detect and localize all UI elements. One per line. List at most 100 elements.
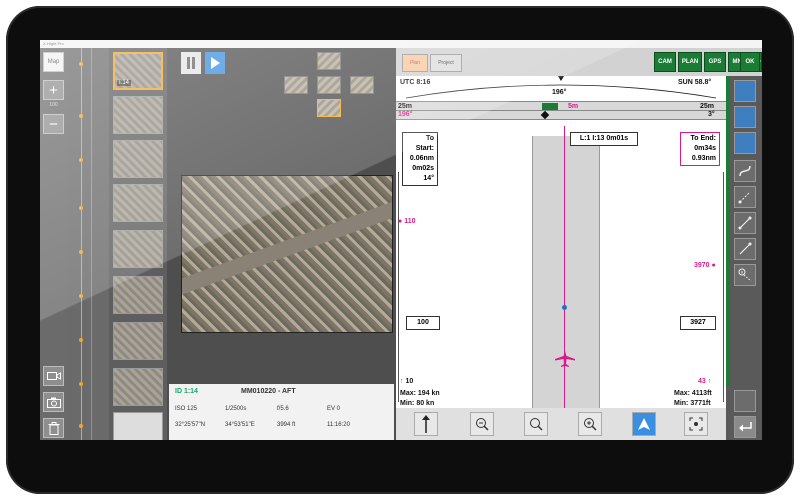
thumbnail[interactable] [113,184,163,222]
gps-button[interactable]: GPS [704,52,726,72]
zoom-in-button[interactable]: + [43,80,64,100]
track-point[interactable] [79,250,83,254]
speed-tape [398,172,399,402]
view-mode-button[interactable] [734,132,756,154]
settings-button[interactable] [734,390,756,412]
flight-hud: UTC 8:16 SUN 58.8° 196° 25m 5m 25m 196° … [396,76,726,440]
video-camera-icon[interactable] [43,366,64,386]
image-info-box: ID 1:14 MM010220 - AFT ISO 125 1/2500s f… [169,384,394,440]
range-scale-bar: 25m 5m 25m [396,101,726,111]
return-arrow-icon[interactable] [734,416,756,438]
measure-line-icon[interactable] [734,238,756,260]
altitude-low: 43 ↑ [698,378,712,385]
speed-target: ● 110 [398,218,416,225]
aircraft-icon [555,351,575,367]
track-point[interactable] [79,294,83,298]
aerial-photo[interactable] [181,175,393,333]
plan-button[interactable]: PLAN [678,52,702,72]
heading-scale-bar: 196° 3° [396,110,726,120]
thumbnail-selected[interactable]: I:14 [113,52,163,90]
speed-max: Max: 194 kn [400,390,440,397]
tab-project[interactable]: Project [430,54,462,72]
waypoint-dot [562,305,567,310]
to-start-box: To Start: 0.06nm 0m02s 14° [402,132,438,186]
flight-path-line [564,126,565,440]
ok-button[interactable]: OK [740,52,760,72]
cam-button[interactable]: CAM [654,52,676,72]
mini-thumbnail-selected[interactable] [317,99,341,117]
image-name: MM010220 - AFT [241,388,296,395]
zoom-out-button[interactable]: − [43,114,64,134]
zoom-in-icon[interactable] [578,412,602,436]
thumbnail[interactable] [113,96,163,134]
map-mode-button[interactable] [734,106,756,128]
altitude-max: Max: 4113ft [674,390,712,397]
status-stripe [726,76,730,386]
thumbnail[interactable] [113,140,163,178]
tab-plan[interactable]: Plan [402,54,428,72]
thumbnail[interactable] [113,412,163,440]
left-toolbar: Map + 100 − [40,48,67,440]
thumbnail[interactable] [113,230,163,268]
speed-low: ↑ 10 [400,378,414,385]
track-point[interactable] [79,206,83,210]
image-viewer-panel: ID 1:14 MM010220 - AFT ISO 125 1/2500s f… [167,48,396,440]
shutter-value: 1/2500s [225,406,247,412]
right-toolbar [726,76,762,440]
north-arrow-button[interactable] [414,412,438,436]
ev-value: EV 0 [327,406,341,412]
track-point[interactable] [79,62,83,66]
heading-marker [540,110,550,120]
thumbnail-list: I:14 [109,48,167,440]
heading-left-label: 196° [398,111,413,118]
track-point[interactable] [79,424,83,428]
camera-icon[interactable] [43,392,64,412]
leg-info-box: L:1 I:13 0m01s [570,132,638,146]
aperture-value: f/5.6 [277,406,289,412]
altitude-target: 3970 ● [694,262,716,269]
scale-left-label: 25m [398,103,413,110]
iso-value: ISO 125 [175,406,198,412]
search-icon[interactable] [524,412,548,436]
app-screen: X-Hight Pro Map + 100 − I:14 ID 1:14 MM0… [40,40,762,440]
layer-button[interactable] [734,80,756,102]
direction-up-icon[interactable] [632,412,656,436]
hud-bottom-toolbar [396,408,726,440]
line-tool-icon[interactable] [734,212,756,234]
center-target-icon[interactable] [684,412,708,436]
thumbnail[interactable] [113,276,163,314]
flight-track-strip[interactable] [67,48,109,440]
scale-mid-label: 5m [568,103,579,110]
heading-indicator [542,103,558,110]
flight-corridor [532,136,600,440]
to-end-box: To End: 0m34s 0.93nm [680,132,720,166]
mini-thumbnail[interactable] [284,76,308,94]
map-button[interactable]: Map [43,52,64,72]
trash-icon[interactable] [43,418,64,438]
heading-right-label: 3° [708,111,715,118]
mini-thumbnail[interactable] [317,52,341,70]
track-point[interactable] [79,338,83,342]
latitude-value: 32°25'57"N [175,422,206,428]
image-id: ID 1:14 [175,388,198,395]
altitude-min: Min: 3771ft [674,400,711,407]
mini-thumbnail[interactable] [317,76,341,94]
track-line-secondary [91,48,92,440]
track-point[interactable] [79,382,83,386]
heading-value: 196° [552,89,567,96]
zoom-out-icon[interactable] [470,412,494,436]
pause-button[interactable] [181,52,201,74]
track-point[interactable] [79,114,83,118]
thumbnail[interactable] [113,322,163,360]
time-value: 11:16:20 [327,422,350,428]
thumbnail[interactable] [113,368,163,406]
mini-thumbnail[interactable] [350,76,374,94]
altitude-tape [723,172,724,402]
route-curve-icon[interactable] [734,160,756,182]
track-point[interactable] [79,158,83,162]
polyline-edit-icon[interactable] [734,186,756,208]
speed-current: 100 [406,316,440,330]
scale-right-label: 25m [700,103,715,110]
info-icon[interactable] [734,264,756,286]
play-button[interactable] [205,52,225,74]
